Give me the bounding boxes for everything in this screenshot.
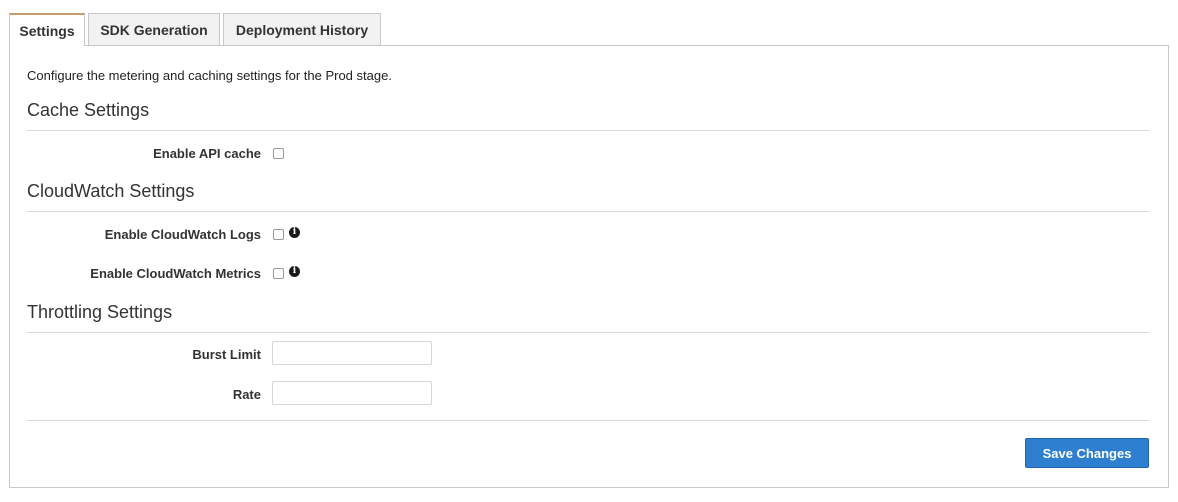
cache-settings-title: Cache Settings <box>27 100 150 120</box>
enable-api-cache-label: Enable API cache <box>153 146 261 161</box>
tab-sdk-generation[interactable]: SDK Generation <box>88 13 220 45</box>
rate-input[interactable] <box>272 381 432 405</box>
enable-cloudwatch-logs-label: Enable CloudWatch Logs <box>104 227 261 242</box>
cloudwatch-settings-title: CloudWatch Settings <box>27 181 195 201</box>
rate-label: Rate <box>232 387 261 402</box>
burst-limit-label: Burst Limit <box>192 347 261 362</box>
tab-settings[interactable]: Settings <box>9 13 85 46</box>
settings-panel: Configure the metering and caching setti… <box>9 45 1169 488</box>
enable-api-cache-checkbox[interactable] <box>273 148 284 159</box>
enable-cloudwatch-logs-checkbox[interactable] <box>273 229 284 240</box>
tab-bar: Settings SDK Generation Deployment Histo… <box>9 13 384 46</box>
intro-text: Configure the metering and caching setti… <box>27 68 392 83</box>
enable-cloudwatch-metrics-checkbox[interactable] <box>273 268 284 279</box>
save-changes-button[interactable]: Save Changes <box>1025 438 1149 468</box>
divider <box>27 332 1149 333</box>
burst-limit-input[interactable] <box>272 341 432 365</box>
divider <box>27 211 1149 212</box>
throttling-settings-title: Throttling Settings <box>27 302 173 322</box>
info-icon[interactable]: i <box>289 266 300 277</box>
divider <box>27 420 1149 421</box>
enable-cloudwatch-metrics-label: Enable CloudWatch Metrics <box>90 266 261 281</box>
tab-deployment-history[interactable]: Deployment History <box>223 13 381 45</box>
info-icon[interactable]: i <box>289 227 300 238</box>
divider <box>27 130 1149 131</box>
